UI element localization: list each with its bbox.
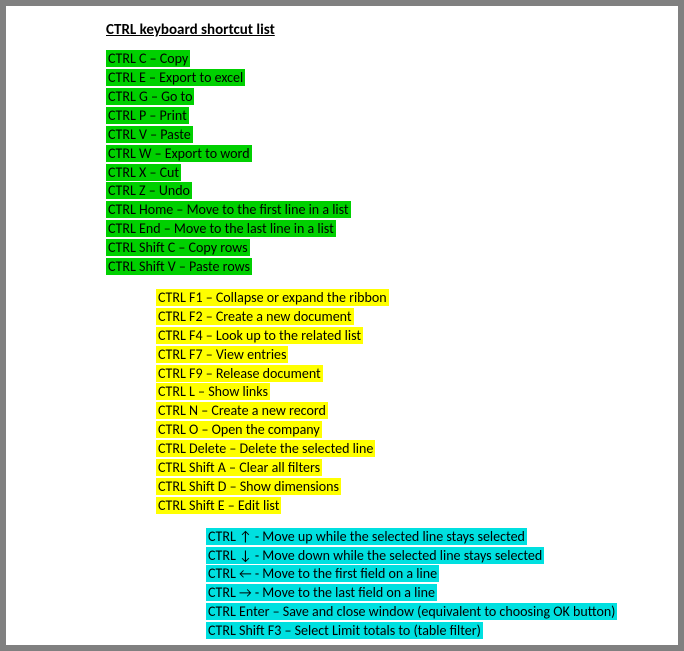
list-item: CTRL Shift V – Paste rows bbox=[106, 258, 648, 277]
shortcut-text: CTRL Shift E – Edit list bbox=[156, 497, 281, 514]
list-item: CTRL F9 – Release document bbox=[156, 365, 648, 384]
shortcut-text: CTRL Shift V – Paste rows bbox=[106, 258, 252, 275]
list-item: CTRL E – Export to excel bbox=[106, 69, 648, 88]
shortcut-text: CTRL Delete – Delete the selected line bbox=[156, 440, 375, 457]
shortcut-text: CTRL Shift D – Show dimensions bbox=[156, 478, 341, 495]
document-frame: CTRL keyboard shortcut list CTRL C – Cop… bbox=[0, 0, 684, 651]
shortcut-text: CTRL Shift C – Copy rows bbox=[106, 239, 250, 256]
list-item: CTRL Home – Move to the first line in a … bbox=[106, 201, 648, 220]
shortcut-text: CTRL W – Export to word bbox=[106, 145, 252, 162]
shortcut-text: CTRL → - Move to the last field on a lin… bbox=[206, 584, 437, 601]
shortcut-text: CTRL Shift F3 – Select Limit totals to (… bbox=[206, 622, 483, 639]
list-item: CTRL V – Paste bbox=[106, 126, 648, 145]
list-item: CTRL Shift D – Show dimensions bbox=[156, 478, 648, 497]
list-item: CTRL ← - Move to the first field on a li… bbox=[206, 565, 648, 584]
list-item: CTRL O – Open the company bbox=[156, 421, 648, 440]
shortcut-text: CTRL L – Show links bbox=[156, 383, 270, 400]
shortcut-text: CTRL End – Move to the last line in a li… bbox=[106, 220, 336, 237]
list-item: CTRL Z – Undo bbox=[106, 182, 648, 201]
list-item: CTRL F7 – View entries bbox=[156, 346, 648, 365]
shortcut-text: CTRL Z – Undo bbox=[106, 182, 192, 199]
list-item: CTRL F2 – Create a new document bbox=[156, 308, 648, 327]
list-item: CTRL N – Create a new record bbox=[156, 402, 648, 421]
list-item: CTRL Shift F3 – Select Limit totals to (… bbox=[206, 622, 648, 641]
list-item: CTRL Shift C – Copy rows bbox=[106, 239, 648, 258]
list-item: CTRL Delete – Delete the selected line bbox=[156, 440, 648, 459]
list-item: CTRL → - Move to the last field on a lin… bbox=[206, 584, 648, 603]
list-item: CTRL ↓ - Move down while the selected li… bbox=[206, 547, 648, 566]
list-item: CTRL Enter – Save and close window (equi… bbox=[206, 603, 648, 622]
list-item: CTRL W – Export to word bbox=[106, 145, 648, 164]
shortcut-text: CTRL ← - Move to the first field on a li… bbox=[206, 565, 439, 582]
shortcut-text: CTRL F7 – View entries bbox=[156, 346, 288, 363]
list-item: CTRL G – Go to bbox=[106, 88, 648, 107]
list-item: CTRL P – Print bbox=[106, 107, 648, 126]
list-item: CTRL F1 – Collapse or expand the ribbon bbox=[156, 289, 648, 308]
list-item: CTRL End – Move to the last line in a li… bbox=[106, 220, 648, 239]
shortcut-text: CTRL F1 – Collapse or expand the ribbon bbox=[156, 289, 389, 306]
list-item: CTRL L – Show links bbox=[156, 383, 648, 402]
shortcut-text: CTRL F9 – Release document bbox=[156, 365, 323, 382]
shortcut-text: CTRL X – Cut bbox=[106, 164, 181, 181]
shortcut-text: CTRL C – Copy bbox=[106, 50, 190, 67]
list-item: CTRL X – Cut bbox=[106, 164, 648, 183]
shortcut-group-green: CTRL C – Copy CTRL E – Export to excel C… bbox=[106, 50, 648, 277]
list-item: CTRL C – Copy bbox=[106, 50, 648, 69]
shortcut-text: CTRL F4 – Look up to the related list bbox=[156, 327, 363, 344]
shortcut-group-yellow: CTRL F1 – Collapse or expand the ribbon … bbox=[156, 289, 648, 516]
list-item: CTRL Shift E – Edit list bbox=[156, 497, 648, 516]
shortcut-text: CTRL ↓ - Move down while the selected li… bbox=[206, 547, 544, 564]
shortcut-text: CTRL Enter – Save and close window (equi… bbox=[206, 603, 617, 620]
shortcut-text: CTRL P – Print bbox=[106, 107, 189, 124]
shortcut-text: CTRL E – Export to excel bbox=[106, 69, 245, 86]
shortcut-text: CTRL ↑ - Move up while the selected line… bbox=[206, 528, 527, 545]
shortcut-text: CTRL V – Paste bbox=[106, 126, 193, 143]
shortcut-text: CTRL G – Go to bbox=[106, 88, 194, 105]
list-item: CTRL ↑ - Move up while the selected line… bbox=[206, 528, 648, 547]
shortcut-text: CTRL Home – Move to the first line in a … bbox=[106, 201, 351, 218]
shortcut-group-cyan: CTRL ↑ - Move up while the selected line… bbox=[206, 528, 648, 641]
shortcut-text: CTRL F2 – Create a new document bbox=[156, 308, 354, 325]
shortcut-text: CTRL O – Open the company bbox=[156, 421, 322, 438]
list-item: CTRL F4 – Look up to the related list bbox=[156, 327, 648, 346]
page-title: CTRL keyboard shortcut list bbox=[106, 20, 648, 40]
shortcut-text: CTRL Shift A – Clear all filters bbox=[156, 459, 322, 476]
list-item: CTRL Shift A – Clear all filters bbox=[156, 459, 648, 478]
shortcut-text: CTRL N – Create a new record bbox=[156, 402, 328, 419]
